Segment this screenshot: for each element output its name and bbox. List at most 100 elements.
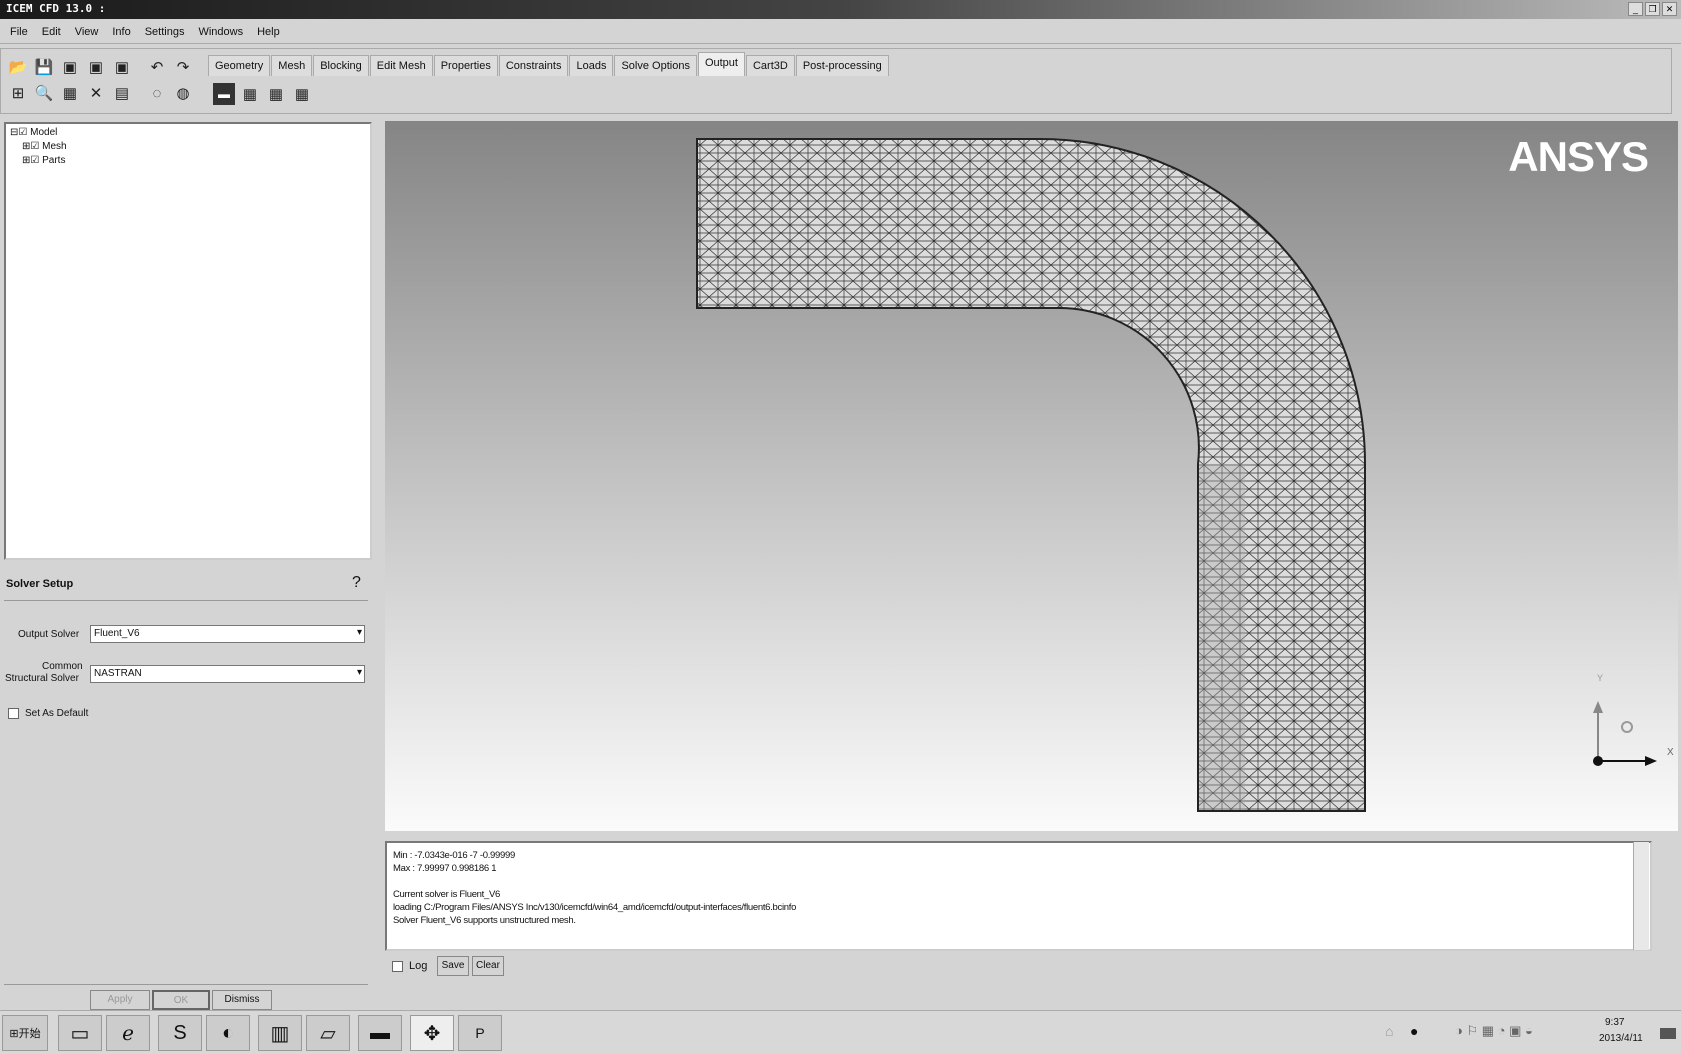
ok-button[interactable]: OK — [152, 990, 210, 1010]
window-controls: _ ❐ ✕ — [1628, 2, 1677, 16]
log-label: Log — [409, 960, 428, 972]
window-title: ICEM CFD 13.0 : — [6, 2, 106, 15]
edit-parameters-icon[interactable]: ▦ — [265, 83, 287, 105]
toolbar: 📂 💾 ▣ ▣ ▣ ↶ ↷ ⊞ 🔍 ▦ ✕ ▤ ◌ ◍ Geometry Mes… — [0, 48, 1672, 114]
clock-date: 2013/4/11 — [1599, 1033, 1643, 1044]
help-icon[interactable]: ? — [352, 574, 361, 592]
app-s-icon[interactable]: S — [158, 1015, 202, 1051]
menu-settings[interactable]: Settings — [145, 26, 185, 38]
set-default-label: Set As Default — [25, 708, 89, 719]
tab-bar: Geometry Mesh Blocking Edit Mesh Propert… — [208, 52, 890, 76]
app-icon[interactable]: ▥ — [258, 1015, 302, 1051]
console-line: Max : 7.99997 0.998186 1 — [393, 863, 497, 874]
tree-parts[interactable]: ⊞☑ Parts — [22, 155, 65, 166]
console-line: Solver Fluent_V6 supports unstructured m… — [393, 915, 576, 926]
solver-setup-panel: Solver Setup ? Output Solver Fluent_V6 ▾ … — [0, 568, 375, 988]
message-console[interactable]: Min : -7.0343e-016 -7 -0.99999 Max : 7.9… — [385, 841, 1652, 951]
tree-label: Parts — [42, 155, 66, 166]
tab-mesh[interactable]: Mesh — [271, 55, 313, 76]
start-button[interactable]: ⊞ 开始 — [2, 1015, 48, 1051]
taskbar: ⊞ 开始 ▭ ℯ S ◐ ▥ ▱ ▬ ✥ P ⌂ ● ◑ ⚐ ▦ ◔ ▣ ◒ 9:… — [0, 1010, 1681, 1054]
tree-label: Mesh — [42, 141, 67, 152]
axis-x-label: X — [1667, 747, 1674, 758]
start-label: 开始 — [18, 1028, 41, 1040]
structural-solver-label: Structural Solver — [5, 673, 79, 684]
media-icon[interactable]: ◐ — [206, 1015, 250, 1051]
minimize-button[interactable]: _ — [1628, 2, 1643, 16]
undo-icon[interactable]: ↶ — [146, 56, 168, 78]
tab-cart3d[interactable]: Cart3D — [745, 55, 795, 76]
output-solver-select[interactable]: Fluent_V6 ▾ — [90, 625, 365, 643]
select-value: NASTRAN — [94, 668, 142, 679]
structural-solver-select[interactable]: NASTRAN ▾ — [90, 665, 365, 683]
wireframe-icon[interactable]: ◌ — [146, 82, 168, 104]
system-tray-icons[interactable]: ◑ ⚐ ▦ ◔ ▣ ◒ — [1455, 1023, 1533, 1039]
write-input-icon[interactable]: ▦ — [291, 83, 313, 105]
menu-edit[interactable]: Edit — [42, 26, 61, 38]
tree-model[interactable]: ⊟☑ Model — [10, 127, 57, 138]
select-value: Fluent_V6 — [94, 628, 140, 639]
dismiss-button[interactable]: Dismiss — [212, 990, 272, 1010]
tree-mesh[interactable]: ⊞☑ Mesh — [22, 141, 67, 152]
fit-window-icon[interactable]: ⊞ — [7, 82, 29, 104]
save-blocking-icon[interactable]: ▣ — [111, 56, 133, 78]
tab-edit-mesh[interactable]: Edit Mesh — [369, 55, 433, 76]
console-scrollbar[interactable] — [1633, 842, 1649, 950]
tab-geometry[interactable]: Geometry — [208, 55, 271, 76]
open-icon[interactable]: 📂 — [7, 56, 29, 78]
redo-icon[interactable]: ↷ — [172, 56, 194, 78]
clock-time: 9:37 — [1605, 1017, 1625, 1028]
restore-button[interactable]: ❐ — [1645, 2, 1660, 16]
menu-bar: File Edit View Info Settings Windows Hel… — [0, 20, 1681, 44]
graphics-viewport[interactable]: ANSYS Y X — [385, 121, 1678, 831]
tab-output[interactable]: Output — [697, 52, 745, 76]
pdf-icon[interactable]: P — [458, 1015, 502, 1051]
menu-file[interactable]: File — [10, 26, 28, 38]
axis-y-label: Y — [1597, 673, 1604, 683]
log-checkbox[interactable] — [392, 961, 403, 972]
tab-properties[interactable]: Properties — [433, 55, 498, 76]
save-mesh-icon[interactable]: ▣ — [85, 56, 107, 78]
axis-triad — [1593, 701, 1657, 766]
tab-solve-options[interactable]: Solve Options — [614, 55, 697, 76]
icem-cfd-icon[interactable]: ✥ — [410, 1015, 454, 1051]
ie-icon[interactable]: ℯ — [106, 1015, 150, 1051]
chevron-down-icon: ▾ — [356, 667, 362, 678]
close-button[interactable]: ✕ — [1662, 2, 1677, 16]
clear-log-button[interactable]: Clear — [472, 956, 504, 976]
tray-icon[interactable]: ⌂ — [1385, 1023, 1393, 1039]
mesh-geometry — [696, 138, 1657, 812]
tab-constraints[interactable]: Constraints — [498, 55, 569, 76]
save-geometry-icon[interactable]: ▣ — [59, 56, 81, 78]
terminal-icon[interactable]: ▬ — [358, 1015, 402, 1051]
save-icon[interactable]: 💾 — [33, 56, 55, 78]
menu-view[interactable]: View — [75, 26, 99, 38]
select-solver-icon[interactable]: ▬ — [213, 83, 235, 105]
ansys-logo: ANSYS — [1508, 133, 1649, 180]
tab-post-processing[interactable]: Post-processing — [795, 55, 889, 76]
solid-icon[interactable]: ◍ — [172, 82, 194, 104]
desktop-icon[interactable]: ▭ — [58, 1015, 102, 1051]
title-bar: ICEM CFD 13.0 : — [0, 0, 1681, 19]
tab-loads[interactable]: Loads — [569, 55, 614, 76]
tab-blocking[interactable]: Blocking — [313, 55, 369, 76]
panel-title: Solver Setup — [6, 578, 74, 590]
apply-button[interactable]: Apply — [90, 990, 150, 1010]
boundary-conditions-icon[interactable]: ▦ — [239, 83, 261, 105]
save-log-button[interactable]: Save — [437, 956, 469, 976]
zoom-icon[interactable]: 🔍 — [33, 82, 55, 104]
chevron-down-icon: ▾ — [356, 627, 362, 638]
menu-windows[interactable]: Windows — [198, 26, 243, 38]
menu-info[interactable]: Info — [112, 26, 130, 38]
console-line: Min : -7.0343e-016 -7 -0.99999 — [393, 850, 515, 861]
tree-label: Model — [30, 127, 58, 138]
measure-icon[interactable]: ▦ — [59, 82, 81, 104]
show-desktop-icon[interactable] — [1660, 1028, 1676, 1039]
distance-icon[interactable]: ✕ — [85, 82, 107, 104]
menu-help[interactable]: Help — [257, 26, 280, 38]
folder-icon[interactable]: ▱ — [306, 1015, 350, 1051]
output-solver-label: Output Solver — [18, 629, 80, 640]
help-tray-icon[interactable]: ● — [1410, 1023, 1418, 1039]
set-default-checkbox[interactable] — [8, 708, 19, 719]
clipboard-icon[interactable]: ▤ — [111, 82, 133, 104]
